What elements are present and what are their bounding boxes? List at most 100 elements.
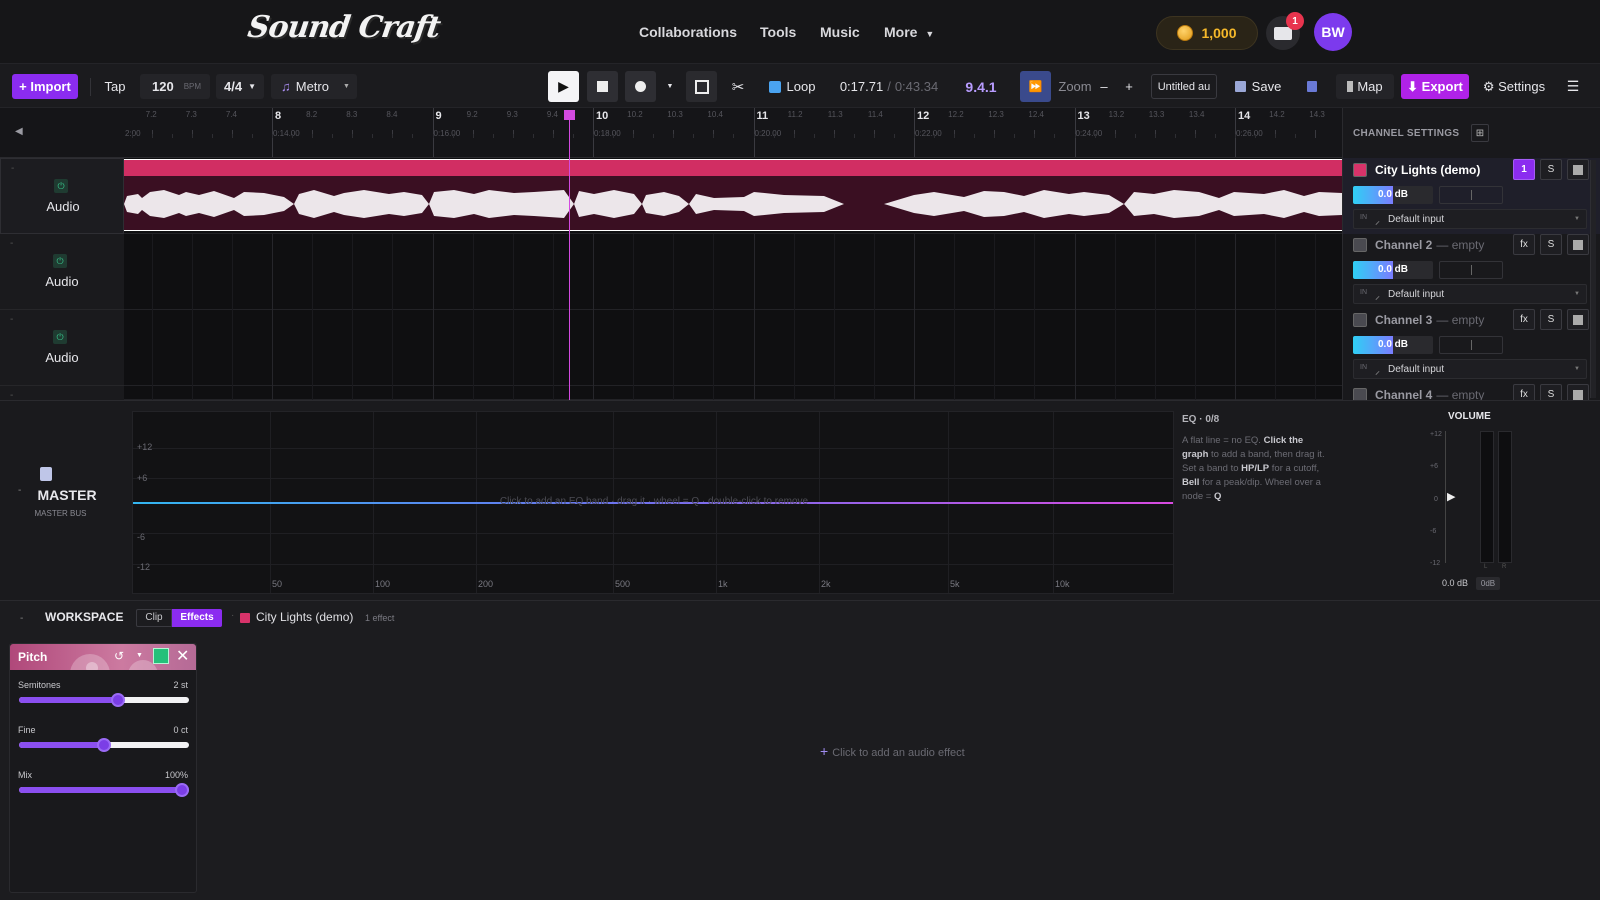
solo-button[interactable]: S <box>1540 234 1562 255</box>
channel-volume-slider[interactable]: 0.0 dB <box>1353 261 1433 279</box>
param-slider[interactable] <box>19 738 189 752</box>
volume-fader-track[interactable] <box>1445 431 1446 563</box>
metronome-button[interactable]: ♫ Metro ▼ <box>271 74 357 99</box>
nav-collaborations[interactable]: Collaborations <box>639 24 737 40</box>
coin-balance[interactable]: 1,000 <box>1156 16 1258 50</box>
stop-button[interactable] <box>587 71 618 102</box>
track-lanes[interactable] <box>124 158 1342 400</box>
bypass-toggle[interactable] <box>153 648 169 664</box>
channel-input-select[interactable]: IN ⸝ Default input ▼ <box>1353 359 1587 379</box>
import-button[interactable]: + Import <box>12 74 78 99</box>
track-header[interactable]: - ⏻ Audio <box>0 234 124 310</box>
mute-button[interactable] <box>1567 384 1589 400</box>
fx-count-button[interactable]: 1 <box>1513 159 1535 180</box>
loop-toggle[interactable]: Loop <box>766 74 818 99</box>
tab-effects[interactable]: Effects <box>172 609 222 627</box>
channel-color-swatch[interactable] <box>1353 238 1367 252</box>
audio-clip-header[interactable] <box>124 160 1342 176</box>
channel-strip[interactable]: Channel 3— empty fx S 0.0 dB IN ⸝ Default inpu… <box>1343 308 1600 384</box>
eq-graph[interactable]: +12 +6 -6 -12 Click to add an EQ band · … <box>132 411 1174 594</box>
effect-card-header[interactable]: Pitch ↺ ▼ ✕ <box>10 644 196 670</box>
bpm-field[interactable]: 120 BPM <box>140 74 210 99</box>
channel-scrollbar[interactable] <box>1590 160 1596 398</box>
project-name-input[interactable]: Untitled au <box>1151 74 1217 99</box>
volume-reset-button[interactable]: 0dB <box>1476 577 1500 590</box>
track-header[interactable]: - ⏻ Audio <box>0 310 124 386</box>
solo-button[interactable]: S <box>1540 309 1562 330</box>
hamburger-menu-icon[interactable]: ☰ <box>1565 74 1581 99</box>
channel-pan-slider[interactable] <box>1439 261 1503 279</box>
map-button[interactable]: Map <box>1336 74 1394 99</box>
param-slider-knob[interactable] <box>111 693 125 707</box>
channel-strip[interactable]: City Lights (demo) 1 S 0.0 dB IN ⸝ Default inp… <box>1343 158 1600 234</box>
play-button[interactable]: ▶ <box>548 71 579 102</box>
track-drag-handle[interactable]: - <box>10 314 13 325</box>
channel-pan-slider[interactable] <box>1439 336 1503 354</box>
playhead[interactable] <box>569 112 570 402</box>
follow-playhead-button[interactable]: ⏩ <box>1020 71 1051 102</box>
playhead-handle[interactable] <box>564 110 575 120</box>
track-header[interactable]: - <box>0 386 124 400</box>
select-tool-button[interactable] <box>686 71 717 102</box>
zoom-out-button[interactable]: – <box>1097 74 1111 99</box>
power-icon[interactable]: ⏻ <box>53 254 67 268</box>
collapse-tracks-icon[interactable]: ◀ <box>15 126 23 137</box>
avatar[interactable]: BW <box>1314 13 1352 51</box>
tab-clip[interactable]: Clip <box>136 609 172 627</box>
volume-fader-handle[interactable]: ▶ <box>1447 490 1455 503</box>
param-slider[interactable] <box>19 783 189 797</box>
channel-color-swatch[interactable] <box>1353 388 1367 400</box>
channel-pan-slider[interactable] <box>1439 186 1503 204</box>
power-icon[interactable]: ⏻ <box>53 330 67 344</box>
channel-volume-slider[interactable]: 0.0 dB <box>1353 336 1433 354</box>
track-lane[interactable] <box>124 310 1342 386</box>
track-lane[interactable] <box>124 234 1342 310</box>
settings-button[interactable]: ⚙ Settings <box>1482 74 1546 99</box>
channel-strip[interactable]: Channel 4— empty fx S <box>1343 383 1600 400</box>
channel-color-swatch[interactable] <box>1353 313 1367 327</box>
track-lane[interactable] <box>124 158 1342 234</box>
fx-button[interactable]: fx <box>1513 309 1535 330</box>
track-drag-handle[interactable]: - <box>10 238 13 249</box>
zoom-in-button[interactable]: + <box>1122 74 1136 99</box>
nav-tools[interactable]: Tools <box>760 24 796 40</box>
nav-music[interactable]: Music <box>820 24 860 40</box>
fx-button[interactable]: fx <box>1513 384 1535 400</box>
record-button[interactable] <box>625 71 656 102</box>
channel-strip[interactable]: Channel 2— empty fx S 0.0 dB IN ⸝ Default inpu… <box>1343 233 1600 309</box>
track-drag-handle[interactable]: - <box>11 163 14 174</box>
chevron-down-icon[interactable]: ▼ <box>136 652 143 659</box>
mute-button[interactable] <box>1567 234 1589 255</box>
audio-clip[interactable] <box>124 159 1342 231</box>
collapse-workspace-icon[interactable]: - <box>20 613 23 624</box>
param-slider-knob[interactable] <box>175 783 189 797</box>
fx-button[interactable]: fx <box>1513 234 1535 255</box>
channel-color-swatch[interactable] <box>1353 163 1367 177</box>
mute-button[interactable] <box>1567 309 1589 330</box>
track-header[interactable]: - ⏻ Audio <box>0 158 124 234</box>
close-icon[interactable]: ✕ <box>176 646 189 666</box>
brand-logo[interactable]: Sound Craft <box>246 10 443 45</box>
param-slider[interactable] <box>19 693 189 707</box>
channel-input-select[interactable]: IN ⸝ Default input ▼ <box>1353 284 1587 304</box>
record-options-chevron-icon[interactable]: ▼ <box>662 74 678 99</box>
track-lane[interactable] <box>124 386 1342 400</box>
param-slider-knob[interactable] <box>97 738 111 752</box>
solo-button[interactable]: S <box>1540 384 1562 400</box>
solo-button[interactable]: S <box>1540 159 1562 180</box>
clipboard-icon[interactable] <box>1304 74 1320 99</box>
mute-button[interactable] <box>1567 159 1589 180</box>
timeline-ruler[interactable]: 8 9 10 11 12 13 14 2:00 0:14.00 0:16.00 0:18.00 0:2… <box>124 108 1342 158</box>
channel-input-select[interactable]: IN ⸝ Default input ▼ <box>1353 209 1587 229</box>
export-button[interactable]: ⬇ Export <box>1401 74 1469 99</box>
grid-icon[interactable]: ⊞ <box>1471 124 1489 142</box>
save-button[interactable]: Save <box>1234 74 1282 99</box>
nav-more[interactable]: More ▼ <box>884 24 934 40</box>
reset-icon[interactable]: ↺ <box>114 649 124 663</box>
tap-tempo-button[interactable]: Tap <box>103 74 127 99</box>
scissors-icon[interactable]: ✂ <box>726 74 750 99</box>
channel-volume-slider[interactable]: 0.0 dB <box>1353 186 1433 204</box>
track-drag-handle[interactable]: - <box>10 390 13 400</box>
power-icon[interactable]: ⏻ <box>54 179 68 193</box>
add-effect-button[interactable]: + Click to add an audio effect <box>820 743 965 759</box>
